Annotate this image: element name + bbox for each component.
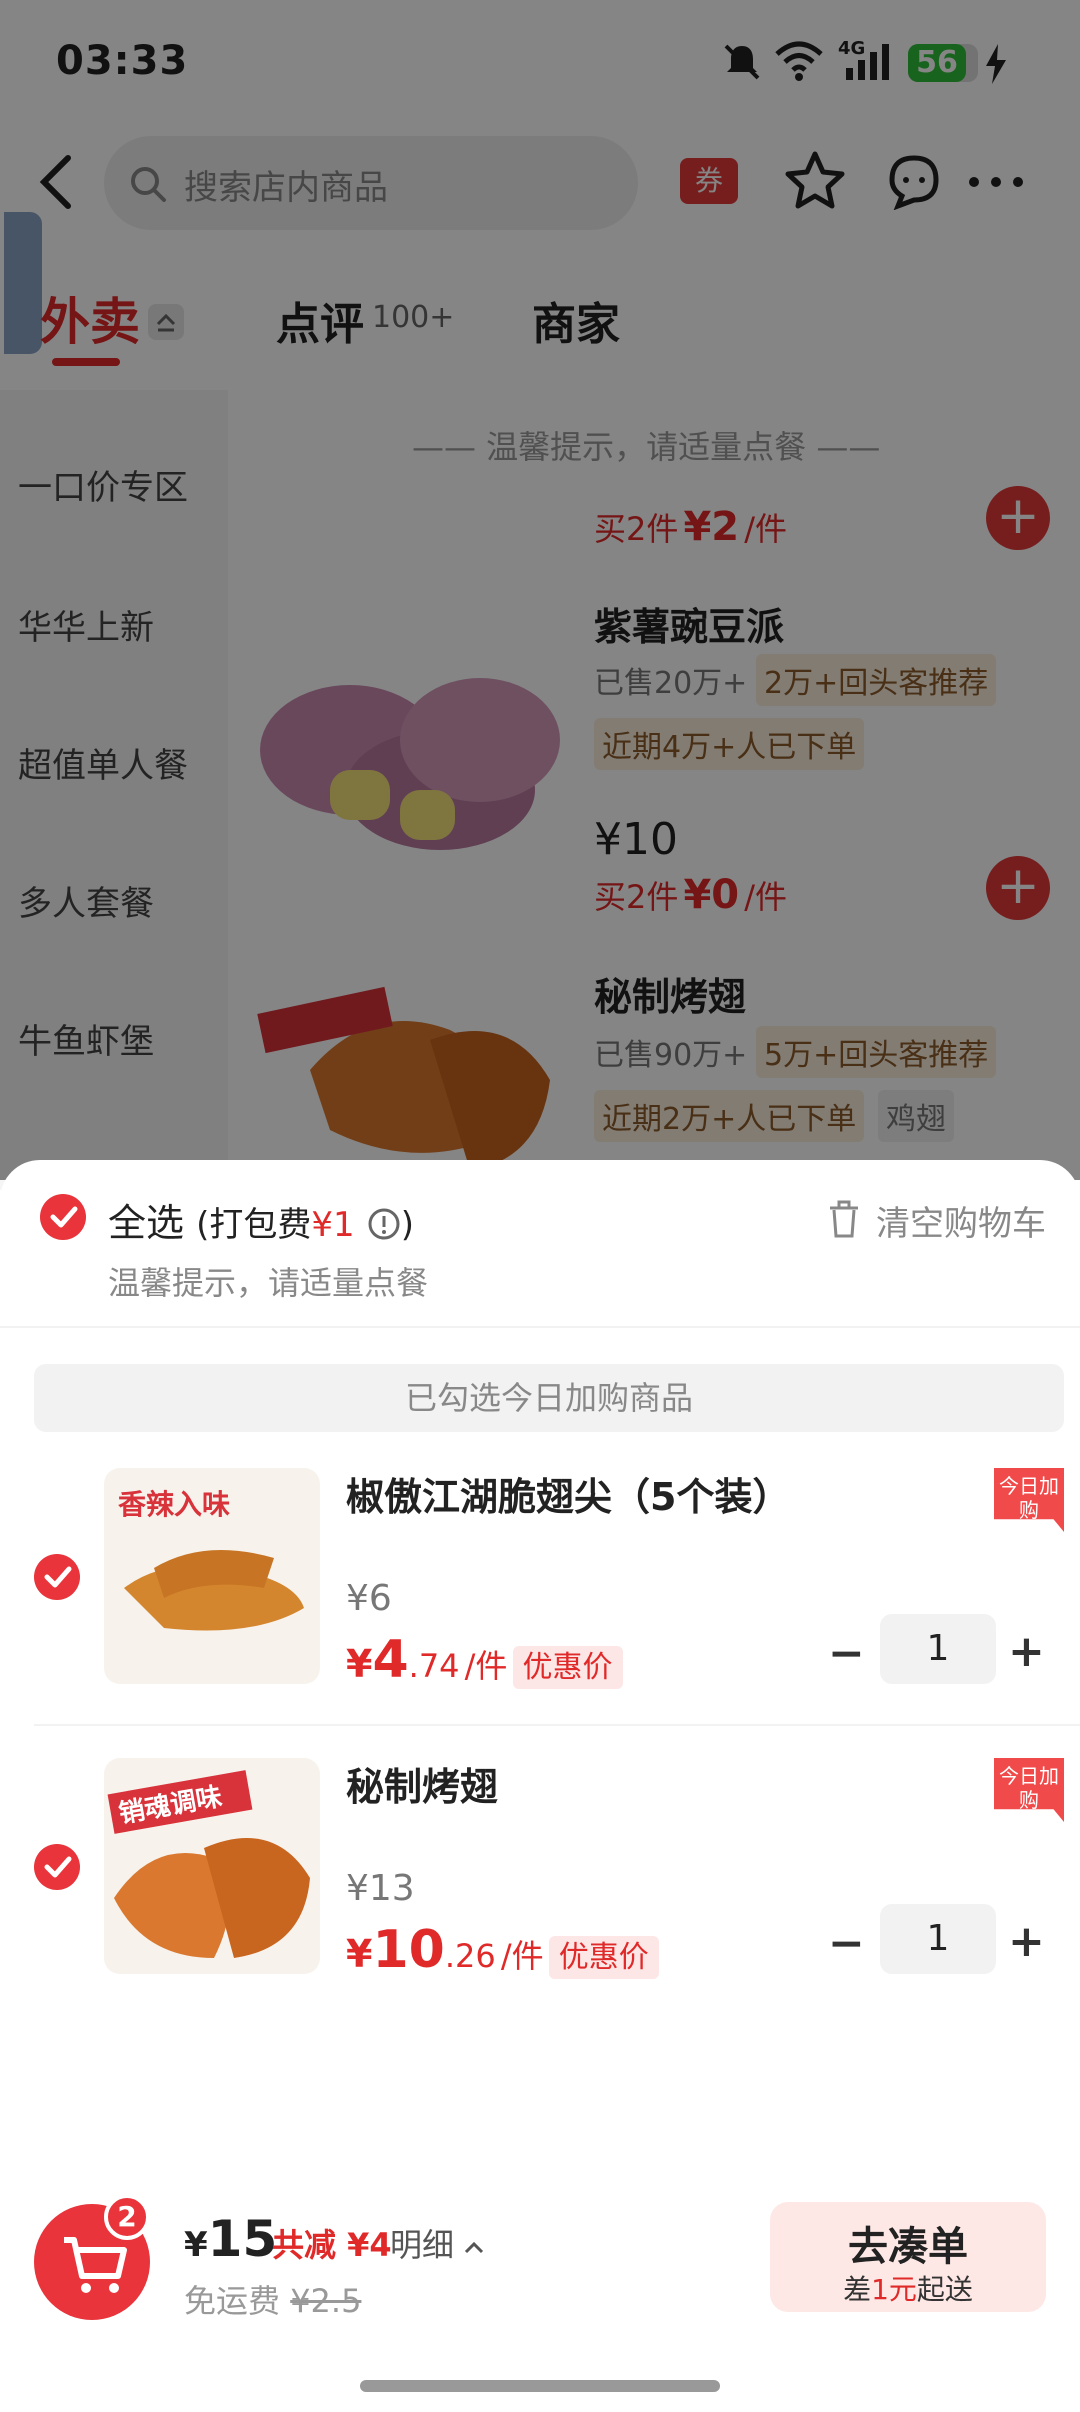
decrease-button[interactable]: − — [828, 1628, 865, 1679]
home-indicator[interactable] — [360, 2380, 720, 2392]
item-checkbox[interactable] — [34, 1554, 80, 1600]
clear-cart-button[interactable]: 清空购物车 — [876, 1196, 1046, 1245]
cart-item-sale-price: ¥4.74 /件 优惠价 — [346, 1630, 623, 1690]
total-price: ¥15 — [184, 2210, 278, 2268]
quantity-field[interactable]: 1 — [880, 1614, 996, 1684]
today-added-corner: 今日加购 — [994, 1468, 1064, 1532]
select-all-label: 全选 (打包费¥1 ) — [108, 1201, 414, 1245]
cart-item-name: 秘制烤翅 — [346, 1765, 499, 1809]
chevron-up-icon — [465, 2241, 484, 2254]
go-add-more-button[interactable]: 去凑单 差1元起送 — [770, 2202, 1046, 2312]
min-order-hint: 差1元起送 — [843, 2273, 973, 2306]
cart-item-image[interactable]: 香辣入味 — [104, 1468, 320, 1684]
increase-button[interactable]: + — [1008, 1916, 1045, 1967]
cart-item-orig-price: ¥6 — [346, 1578, 392, 1619]
cart-tip: 温馨提示，请适量点餐 — [108, 1264, 429, 1302]
decrease-button[interactable]: − — [828, 1918, 865, 1969]
info-icon[interactable] — [367, 1207, 401, 1241]
cart-item-orig-price: ¥13 — [346, 1868, 415, 1909]
divider — [0, 1326, 1080, 1328]
cart-item-image[interactable]: 销魂调味 — [104, 1758, 320, 1974]
cart-count-badge: 2 — [104, 2194, 150, 2240]
select-all-checkbox[interactable] — [40, 1194, 86, 1240]
detail-button[interactable]: 明细 — [390, 2220, 484, 2266]
item-checkbox[interactable] — [34, 1844, 80, 1890]
divider — [34, 1724, 1080, 1726]
dim-overlay[interactable] — [0, 0, 1080, 1180]
cart-item-name: 椒傲江湖脆翅尖（5个装） — [346, 1475, 791, 1519]
increase-button[interactable]: + — [1008, 1626, 1045, 1677]
trash-icon[interactable] — [826, 1200, 862, 1240]
discount-total: 共减 ¥4 — [272, 2226, 392, 2264]
delivery-fee: 免运费 ¥2.5 — [184, 2282, 362, 2320]
today-added-corner: 今日加购 — [994, 1758, 1064, 1822]
svg-text:香辣入味: 香辣入味 — [118, 1488, 230, 1521]
added-today-banner: 已勾选今日加购商品 — [34, 1364, 1064, 1432]
quantity-field[interactable]: 1 — [880, 1904, 996, 1974]
cart-item-sale-price: ¥10.26 /件 优惠价 — [346, 1920, 659, 1980]
